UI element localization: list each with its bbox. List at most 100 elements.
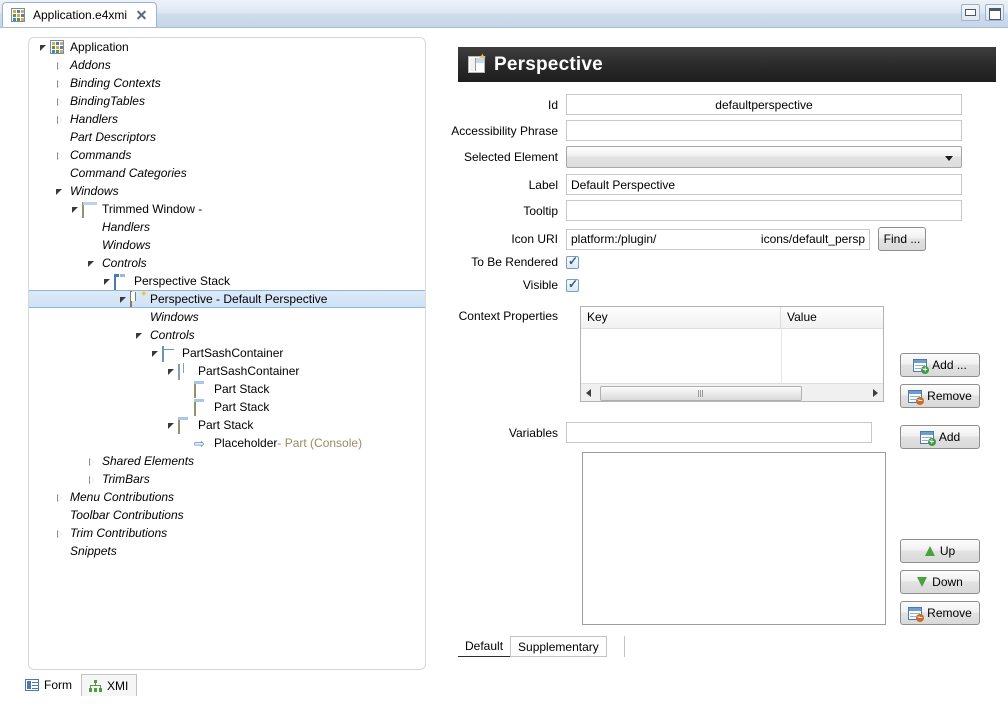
tab-default[interactable]: Default [458, 636, 511, 657]
tree-item-label: Perspective Stack [134, 274, 231, 288]
scroll-right-arrow-icon[interactable] [867, 385, 883, 400]
variables-remove-button[interactable]: − Remove [900, 601, 980, 625]
tree-item[interactable]: Command Categories [29, 164, 425, 182]
table-horizontal-scrollbar[interactable] [581, 383, 883, 401]
scroll-left-arrow-icon[interactable] [581, 385, 597, 400]
tree-item-label: Trimmed Window - [102, 202, 203, 216]
tree-collapse-arrow-icon[interactable] [53, 95, 66, 108]
id-input[interactable] [566, 94, 962, 115]
tree-item[interactable]: Handlers [29, 110, 425, 128]
maximize-icon[interactable] [985, 4, 1004, 21]
tree-item[interactable]: Toolbar Contributions [29, 506, 425, 524]
tree-item-label: Handlers [102, 220, 151, 234]
tree-expand-arrow-icon[interactable] [165, 365, 178, 378]
tree-collapse-arrow-icon[interactable] [53, 527, 66, 540]
tree-expand-arrow-icon[interactable] [85, 257, 98, 270]
tree-item[interactable]: Controls [29, 254, 425, 272]
tree-item[interactable]: Part Stack [29, 416, 425, 434]
tree-item[interactable]: Windows [29, 236, 425, 254]
form-section-tabs: Default Supplementary [458, 636, 625, 657]
tree-item[interactable]: Binding Contexts [29, 74, 425, 92]
tree-item[interactable]: Snippets [29, 542, 425, 560]
icon-uri-input[interactable]: platform:/plugin/ icons/default_persp [566, 228, 870, 250]
tree-item[interactable]: Trimmed Window - [29, 200, 425, 218]
table-body [581, 329, 883, 385]
tree-item[interactable]: Perspective Stack [29, 272, 425, 290]
tree-item[interactable]: Shared Elements [29, 452, 425, 470]
tab-xmi[interactable]: XMI [81, 674, 138, 696]
variables-add-button[interactable]: + Add [900, 425, 980, 449]
variables-up-button[interactable]: Up [900, 539, 980, 563]
tree-item[interactable]: Menu Contributions [29, 488, 425, 506]
model-tree[interactable]: Application Addons Binding Contexts Binding… [29, 38, 425, 669]
tree-item[interactable]: Windows [29, 308, 425, 326]
tree-item[interactable]: Application [29, 38, 425, 56]
tree-item[interactable]: Part Stack [29, 380, 425, 398]
tree-item[interactable]: Part Stack [29, 398, 425, 416]
variables-input[interactable] [566, 422, 872, 443]
trimmed-window-icon [82, 201, 98, 218]
to-be-rendered-checkbox[interactable] [566, 254, 579, 269]
tree-expand-arrow-icon[interactable] [165, 419, 178, 432]
label-input[interactable] [566, 174, 962, 195]
editor-tab-bar: Application.e4xmi [0, 0, 1008, 28]
tree-collapse-arrow-icon[interactable] [53, 113, 66, 126]
tree-item[interactable]: Handlers [29, 218, 425, 236]
context-properties-table[interactable]: Key Value [580, 306, 884, 402]
tree-expand-arrow-icon[interactable] [53, 185, 66, 198]
tree-item-label: Trim Contributions [70, 526, 168, 540]
context-properties-add-button[interactable]: + Add ... [900, 353, 980, 377]
selected-element-dropdown[interactable] [566, 146, 962, 168]
field-row-visible: Visible [444, 277, 579, 292]
tree-item-label: Part Stack [198, 418, 254, 432]
tab-supplementary[interactable]: Supplementary [510, 636, 607, 657]
tree-item[interactable]: TrimBars [29, 470, 425, 488]
tree-item[interactable]: Commands [29, 146, 425, 164]
tooltip-input[interactable] [566, 200, 962, 221]
tree-collapse-arrow-icon[interactable] [53, 59, 66, 72]
variables-down-button[interactable]: Down [900, 570, 980, 594]
scrollbar-thumb[interactable] [600, 386, 802, 401]
minimize-icon[interactable] [961, 4, 980, 21]
tree-expand-arrow-icon[interactable] [133, 329, 146, 342]
tree-expand-arrow-icon[interactable] [69, 203, 82, 216]
visible-checkbox[interactable] [566, 277, 579, 292]
tab-xmi-label: XMI [107, 678, 129, 693]
context-properties-remove-button[interactable]: − Remove [900, 384, 980, 408]
find-button[interactable]: Find ... [878, 227, 926, 251]
tree-item[interactable]: Addons [29, 56, 425, 74]
tree-collapse-arrow-icon[interactable] [85, 455, 98, 468]
tree-item[interactable]: BindingTables [29, 92, 425, 110]
tree-twisty-none [181, 437, 194, 450]
variables-list[interactable] [582, 452, 886, 625]
tree-item-label: Addons [70, 58, 111, 72]
tree-expand-arrow-icon[interactable] [117, 293, 130, 306]
tree-item-no-icon [66, 489, 70, 505]
column-header-key[interactable]: Key [581, 307, 781, 328]
tree-expand-arrow-icon[interactable] [149, 347, 162, 360]
tree-item-no-icon [66, 93, 70, 109]
tree-item[interactable]: PartSashContainer [29, 362, 425, 380]
accessibility-phrase-input[interactable] [566, 120, 962, 141]
arrow-up-icon [924, 546, 935, 556]
tree-item-selected[interactable]: ✦ Perspective - Default Perspective [29, 290, 425, 308]
close-icon[interactable] [135, 9, 148, 22]
tree-item[interactable]: Part Descriptors [29, 128, 425, 146]
tab-form[interactable]: Form [18, 674, 81, 696]
tree-item[interactable]: Trim Contributions [29, 524, 425, 542]
tree-item[interactable]: PartSashContainer [29, 344, 425, 362]
context-properties-label: Context Properties [458, 309, 558, 323]
tree-expand-arrow-icon[interactable] [37, 41, 50, 54]
column-header-value[interactable]: Value [781, 307, 883, 328]
tree-item[interactable]: Windows [29, 182, 425, 200]
tree-collapse-arrow-icon[interactable] [53, 149, 66, 162]
tree-item[interactable]: ⇨ Placeholder - Part (Console) [29, 434, 425, 452]
tree-item[interactable]: Controls [29, 326, 425, 344]
tree-collapse-arrow-icon[interactable] [53, 77, 66, 90]
editor-tab-application-e4xmi[interactable]: Application.e4xmi [2, 2, 158, 27]
tree-collapse-arrow-icon[interactable] [53, 491, 66, 504]
variables-label: Variables [508, 425, 558, 440]
tree-expand-arrow-icon[interactable] [101, 275, 114, 288]
scrollbar-track[interactable] [597, 385, 867, 401]
tree-collapse-arrow-icon[interactable] [85, 473, 98, 486]
